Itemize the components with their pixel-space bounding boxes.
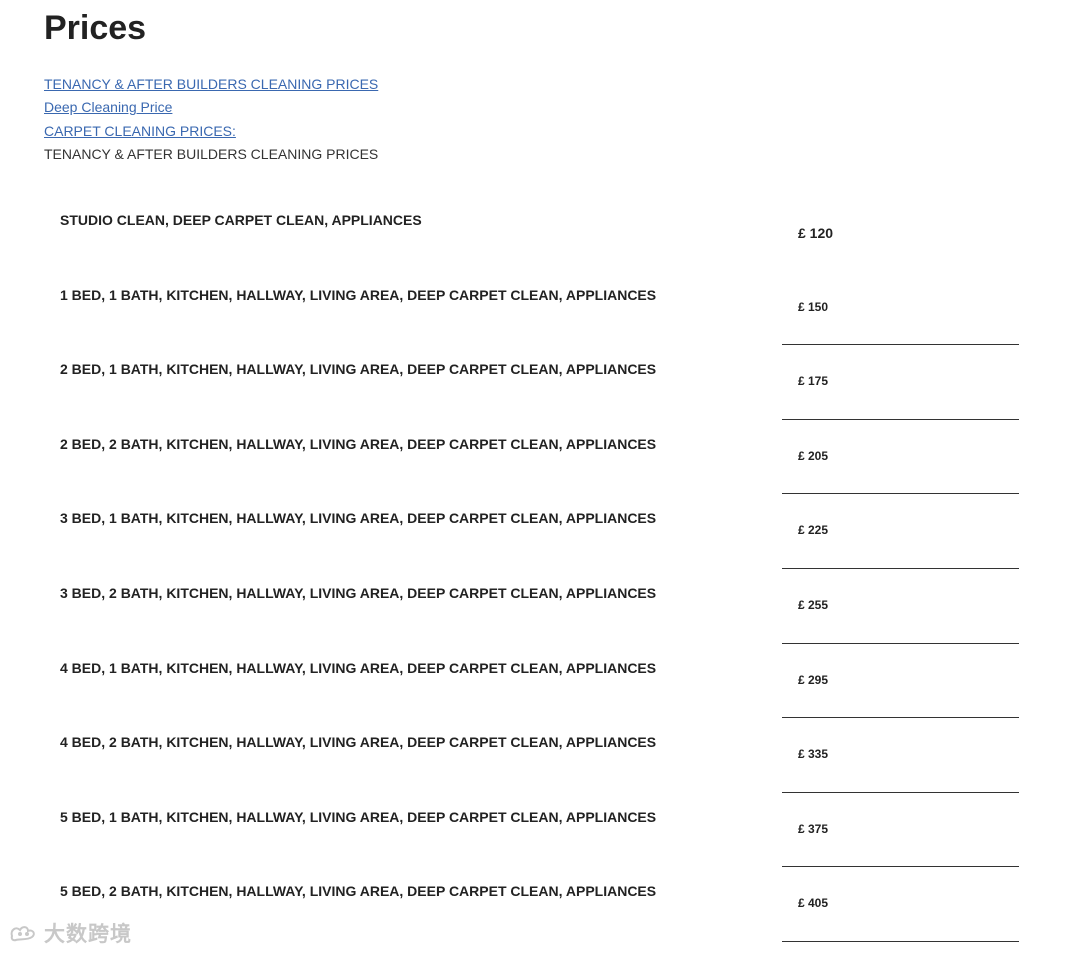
price-row: 5 BED, 2 BATH, KITCHEN, HALLWAY, LIVING … (60, 869, 1020, 944)
watermark-text: 大数跨境 (44, 923, 132, 946)
price-divider (782, 791, 1019, 793)
price-row-amount: £ 205 (798, 448, 829, 463)
link-carpet-cleaning-prices[interactable]: CARPET CLEANING PRICES: (44, 120, 378, 143)
price-row: 4 BED, 2 BATH, KITCHEN, HALLWAY, LIVING … (60, 720, 1020, 795)
price-row-amount: £ 225 (798, 523, 829, 538)
price-row-description: 3 BED, 2 BATH, KITCHEN, HALLWAY, LIVING … (60, 584, 657, 601)
price-row-description: 1 BED, 1 BATH, KITCHEN, HALLWAY, LIVING … (60, 286, 657, 303)
price-row-amount: £ 175 (798, 374, 829, 389)
link-deep-cleaning-price[interactable]: Deep Cleaning Price (44, 96, 378, 119)
price-divider (782, 866, 1019, 868)
price-row-description: 5 BED, 1 BATH, KITCHEN, HALLWAY, LIVING … (60, 808, 657, 825)
price-table: STUDIO CLEAN, DEEP CARPET CLEAN, APPLIAN… (60, 198, 1020, 944)
price-row: STUDIO CLEAN, DEEP CARPET CLEAN, APPLIAN… (60, 198, 1020, 273)
price-row-amount: £ 335 (798, 747, 829, 762)
price-divider (782, 493, 1019, 495)
price-row-amount: £ 295 (798, 672, 829, 687)
price-row-description: 2 BED, 1 BATH, KITCHEN, HALLWAY, LIVING … (60, 361, 657, 378)
price-row-description: 2 BED, 2 BATH, KITCHEN, HALLWAY, LIVING … (60, 435, 657, 452)
price-row: 2 BED, 1 BATH, KITCHEN, HALLWAY, LIVING … (60, 347, 1020, 422)
price-row-amount: £ 120 (798, 225, 834, 241)
price-divider (782, 717, 1019, 719)
price-divider (782, 642, 1019, 644)
price-row: 1 BED, 1 BATH, KITCHEN, HALLWAY, LIVING … (60, 273, 1020, 348)
price-row-amount: £ 405 (798, 896, 829, 911)
price-row: 4 BED, 1 BATH, KITCHEN, HALLWAY, LIVING … (60, 646, 1020, 721)
price-row-amount: £ 255 (798, 597, 829, 612)
price-row: 5 BED, 1 BATH, KITCHEN, HALLWAY, LIVING … (60, 795, 1020, 870)
page-title: Prices (44, 9, 147, 47)
watermark: 大数跨境 (8, 918, 132, 948)
price-divider (782, 344, 1019, 346)
price-row-description: 5 BED, 2 BATH, KITCHEN, HALLWAY, LIVING … (60, 883, 657, 900)
price-category-links: TENANCY & AFTER BUILDERS CLEANING PRICES… (44, 73, 378, 166)
price-row-description: 4 BED, 2 BATH, KITCHEN, HALLWAY, LIVING … (60, 734, 657, 751)
link-tenancy-prices[interactable]: TENANCY & AFTER BUILDERS CLEANING PRICES (44, 73, 378, 96)
price-row-description: STUDIO CLEAN, DEEP CARPET CLEAN, APPLIAN… (60, 212, 422, 228)
watermark-logo-icon (10, 926, 35, 942)
price-row-description: 3 BED, 1 BATH, KITCHEN, HALLWAY, LIVING … (60, 510, 657, 527)
price-divider (782, 418, 1019, 420)
current-section-label: TENANCY & AFTER BUILDERS CLEANING PRICES (44, 145, 379, 162)
price-row-amount: £ 150 (798, 299, 829, 314)
price-row: 2 BED, 2 BATH, KITCHEN, HALLWAY, LIVING … (60, 422, 1020, 497)
price-row-amount: £ 375 (798, 821, 829, 836)
price-row: 3 BED, 1 BATH, KITCHEN, HALLWAY, LIVING … (60, 496, 1020, 571)
price-divider (782, 940, 1019, 942)
price-row: 3 BED, 2 BATH, KITCHEN, HALLWAY, LIVING … (60, 571, 1020, 646)
price-divider (782, 567, 1019, 569)
price-row-description: 4 BED, 1 BATH, KITCHEN, HALLWAY, LIVING … (60, 659, 657, 676)
